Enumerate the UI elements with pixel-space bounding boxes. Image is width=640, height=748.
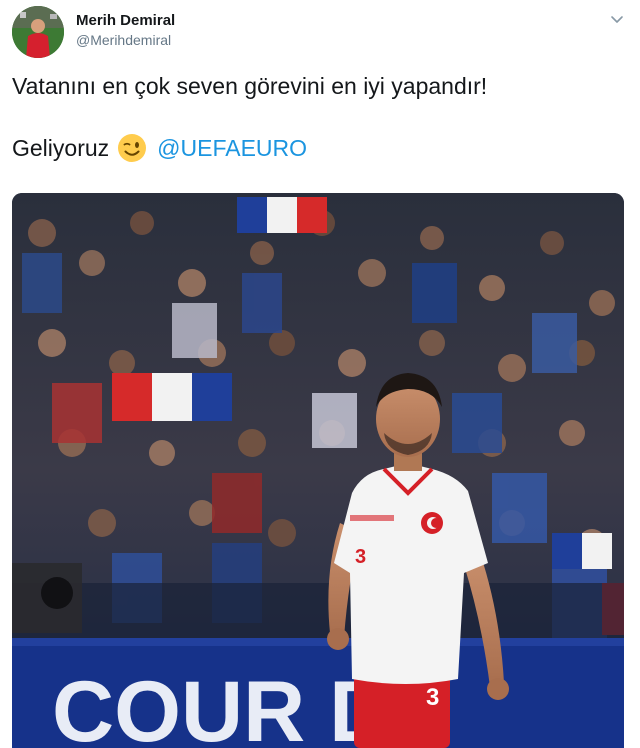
- tweet-text-line-2: Geliyoruz @UEFAEURO: [12, 132, 622, 164]
- jersey-number: 3: [355, 546, 366, 568]
- display-name[interactable]: Merih Demiral: [76, 12, 175, 30]
- tweet-text-line-1: Vatanını en çok seven görevini en iyi ya…: [12, 73, 488, 99]
- tweet-photo[interactable]: COUR DE 3 3: [12, 193, 624, 748]
- tweet-header: Merih Demiral @Merihdemiral: [12, 6, 628, 58]
- chevron-down-icon[interactable]: [608, 10, 626, 28]
- mention-link[interactable]: @UEFAEURO: [157, 132, 307, 164]
- avatar[interactable]: [12, 6, 64, 58]
- winking-face-icon: [117, 133, 147, 163]
- tweet-text: Vatanını en çok seven görevini en iyi ya…: [12, 70, 622, 164]
- tweet-text-geliyoruz: Geliyoruz: [12, 135, 110, 161]
- user-handle[interactable]: @Merihdemiral: [76, 31, 175, 49]
- shorts-number: 3: [426, 684, 439, 711]
